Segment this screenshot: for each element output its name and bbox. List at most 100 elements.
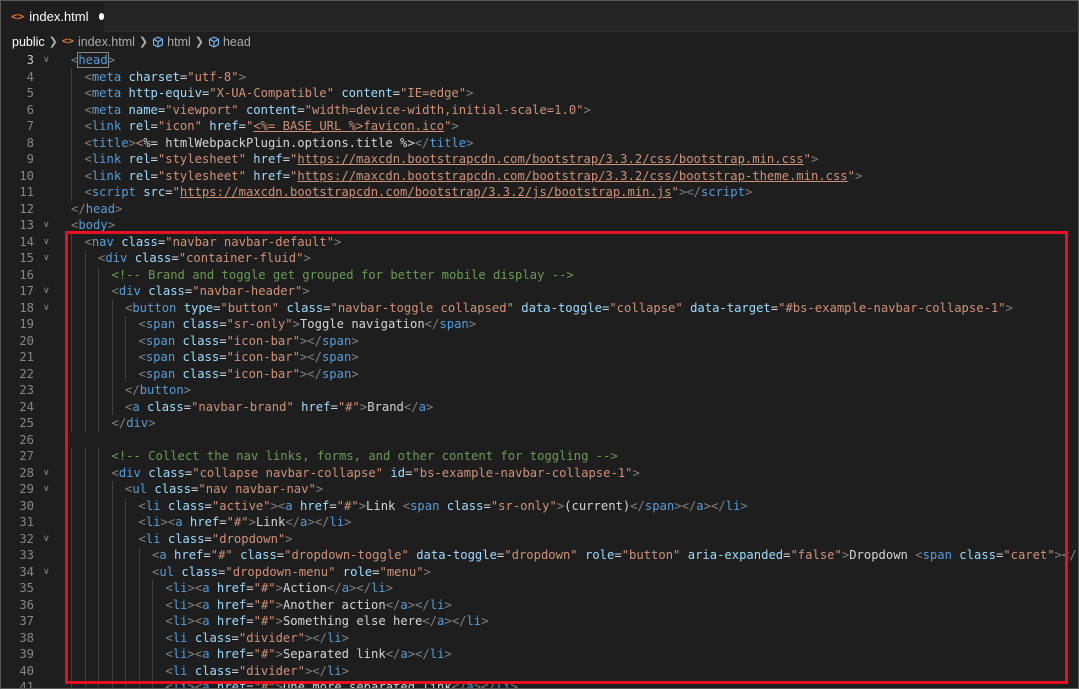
indent-guide	[71, 530, 72, 547]
code-token: ></	[299, 350, 322, 364]
code-line[interactable]: 21 <span class="icon-bar"></span>	[1, 349, 1078, 366]
indent-guide	[125, 332, 126, 349]
breadcrumb-folder[interactable]: public	[12, 35, 45, 49]
code-line[interactable]: 26	[1, 432, 1078, 449]
code-line[interactable]: 9 <link rel="stylesheet" href="https://ma…	[1, 151, 1078, 168]
code-line[interactable]: 40 <li class="divider"></li>	[1, 662, 1078, 679]
code-line[interactable]: 32 ∨ <li class="dropdown">	[1, 530, 1078, 548]
code-line[interactable]: 36 <li><a href="#">Another action</a></li…	[1, 596, 1078, 613]
code-line[interactable]: 16 <!-- Brand and toggle get grouped for …	[1, 266, 1078, 283]
code-line[interactable]: 24 <a class="navbar-brand" href="#">Brand…	[1, 398, 1078, 415]
code-line[interactable]: 38 <li class="divider"></li>	[1, 629, 1078, 646]
indent-guide	[84, 629, 86, 646]
code-line[interactable]: 14 ∨ <nav class="navbar navbar-default">	[1, 233, 1078, 251]
code-token: meta	[91, 69, 129, 84]
code-line[interactable]: 17 ∨ <div class="navbar-header">	[1, 283, 1078, 300]
code-line[interactable]: 25 </div>	[1, 415, 1078, 432]
indent-guide	[125, 629, 126, 646]
code-line[interactable]: 5 <meta http-equiv = "X-UA-Compatible" cont…	[1, 85, 1078, 102]
unsaved-dot-icon[interactable]	[98, 13, 104, 20]
indent-guide	[138, 646, 140, 663]
code-line[interactable]: 23 </button>	[1, 382, 1078, 399]
breadcrumb: public ❯ <> index.html ❯ html ❯ head	[1, 32, 1078, 51]
code-token: a	[202, 647, 217, 661]
indent-guide	[125, 679, 126, 688]
code-line[interactable]: 28 ∨ <div class="collapse navbar-collapse"…	[1, 464, 1078, 482]
indent-guide	[84, 250, 86, 267]
code-editor[interactable]: 3 ∨ <head> 4 <meta charset="utf-8"> 5 <meta ht…	[1, 51, 1078, 688]
fold-chevron-icon[interactable]: ∨	[43, 250, 53, 267]
code-line[interactable]: 6 <meta name="viewport" content="width=de…	[1, 101, 1078, 118]
code-line[interactable]: 18 ∨ <button type="button" class="navbar-t…	[1, 299, 1078, 317]
code-line[interactable]: 34 ∨ <ul class="dropdown-menu" role="menu"…	[1, 563, 1078, 581]
indent-guide	[111, 563, 113, 580]
code-token: >	[341, 630, 349, 645]
indent-guide	[84, 283, 86, 300]
code-token: a	[132, 399, 148, 414]
code-line[interactable]: 20 <span class="icon-bar"></span>	[1, 332, 1078, 349]
code-token: Something else here	[282, 614, 423, 628]
code-text: <div class="collapse navbar-collapse" id…	[112, 465, 640, 482]
code-token: "icon-bar"	[226, 350, 300, 364]
indent-guide	[71, 629, 72, 646]
fold-chevron-icon[interactable]: ∨	[43, 283, 53, 300]
code-line[interactable]: 29 ∨ <ul class="nav navbar-nav">	[1, 481, 1078, 498]
code-line[interactable]: 3 ∨ <head>	[1, 52, 1078, 69]
fold-chevron-icon[interactable]: ∨	[43, 531, 53, 548]
code-line[interactable]: 27 <!-- Collect the nav links, forms, and…	[1, 448, 1078, 465]
code-line[interactable]: 39 <li><a href="#">Separated link</a></li…	[1, 646, 1078, 663]
code-line[interactable]: 35 <li><a href="#">Action</a></li>	[1, 580, 1078, 597]
editor-window: <> index.html public ❯ <> index.html ❯ h…	[0, 0, 1079, 689]
code-line[interactable]: 30 <li class="active"><a href="#">Link <s…	[1, 497, 1078, 514]
code-line[interactable]: 7 <link rel="icon" href="<%= BASE_URL %>f…	[1, 118, 1078, 135]
code-line[interactable]: 8 <title><%= htmlWebpackPlugin.options.ti…	[1, 134, 1078, 152]
code-text: <head>	[71, 52, 115, 69]
fold-chevron-icon[interactable]: ∨	[43, 217, 53, 234]
indent-guide	[111, 547, 113, 564]
fold-chevron-icon[interactable]: ∨	[43, 465, 53, 482]
code-token: "	[671, 185, 679, 199]
code-line[interactable]: 15 ∨ <div class="container-fluid">	[1, 250, 1078, 267]
code-token: https://maxcdn.bootstrapcdn.com/bootstra…	[297, 168, 848, 183]
code-line[interactable]: 41 <li><a href="#">One more separated lin…	[1, 679, 1078, 689]
code-line[interactable]: 19 <span class="sr-only">Toggle navigatio…	[1, 316, 1078, 333]
indent-guide	[84, 464, 86, 481]
line-number: 16	[19, 267, 34, 282]
code-line[interactable]: 4 <meta charset="utf-8">	[1, 68, 1078, 85]
breadcrumb-symbol-html[interactable]: html	[152, 35, 191, 49]
code-line[interactable]: 31 <li><a href="#">Link</a></li>	[1, 514, 1078, 531]
breadcrumb-file[interactable]: <> index.html	[62, 35, 135, 49]
code-line[interactable]: 33 <a href="#" class="dropdown-toggle" da…	[1, 547, 1078, 564]
code-text: <link rel="icon" href="<%= BASE_URL %>fa…	[85, 118, 459, 135]
code-token: Action	[282, 581, 327, 595]
fold-chevron-icon[interactable]: ∨	[43, 564, 53, 581]
line-number: 26	[19, 432, 34, 447]
code-token: div	[118, 284, 149, 298]
fold-chevron-icon[interactable]: ∨	[43, 481, 53, 498]
indent-guide	[84, 349, 86, 366]
code-text: <title><%= htmlWebpackPlugin.options.tit…	[85, 135, 474, 152]
code-token: li	[466, 614, 482, 628]
code-token: >	[128, 135, 136, 150]
fold-chevron-icon[interactable]: ∨	[43, 234, 53, 251]
code-line[interactable]: 13 ∨ <body>	[1, 217, 1078, 234]
indent-guide	[71, 613, 72, 630]
code-token: >	[358, 498, 367, 513]
code-token: "#"	[253, 680, 276, 689]
tab-index-html[interactable]: <> index.html	[1, 1, 104, 32]
code-token: =	[219, 333, 227, 348]
line-number: 27	[19, 449, 34, 463]
code-line[interactable]: 12 </head>	[1, 201, 1078, 218]
indent-guide	[125, 646, 126, 663]
code-token: =	[246, 647, 254, 661]
fold-chevron-icon[interactable]: ∨	[43, 300, 53, 317]
code-line[interactable]: 37 <li><a href="#">Something else here</a…	[1, 613, 1078, 630]
code-token: li	[326, 663, 342, 678]
breadcrumb-symbol-head[interactable]: head	[208, 35, 251, 49]
indent-guide	[71, 266, 72, 283]
code-line[interactable]: 22 <span class="icon-bar"></span>	[1, 365, 1078, 382]
code-token: li	[329, 515, 345, 529]
code-line[interactable]: 11 <script src="https://maxcdn.bootstrapc…	[1, 184, 1078, 201]
code-line[interactable]: 10 <link rel="stylesheet" href="https://m…	[1, 167, 1078, 184]
fold-chevron-icon[interactable]: ∨	[43, 52, 53, 69]
